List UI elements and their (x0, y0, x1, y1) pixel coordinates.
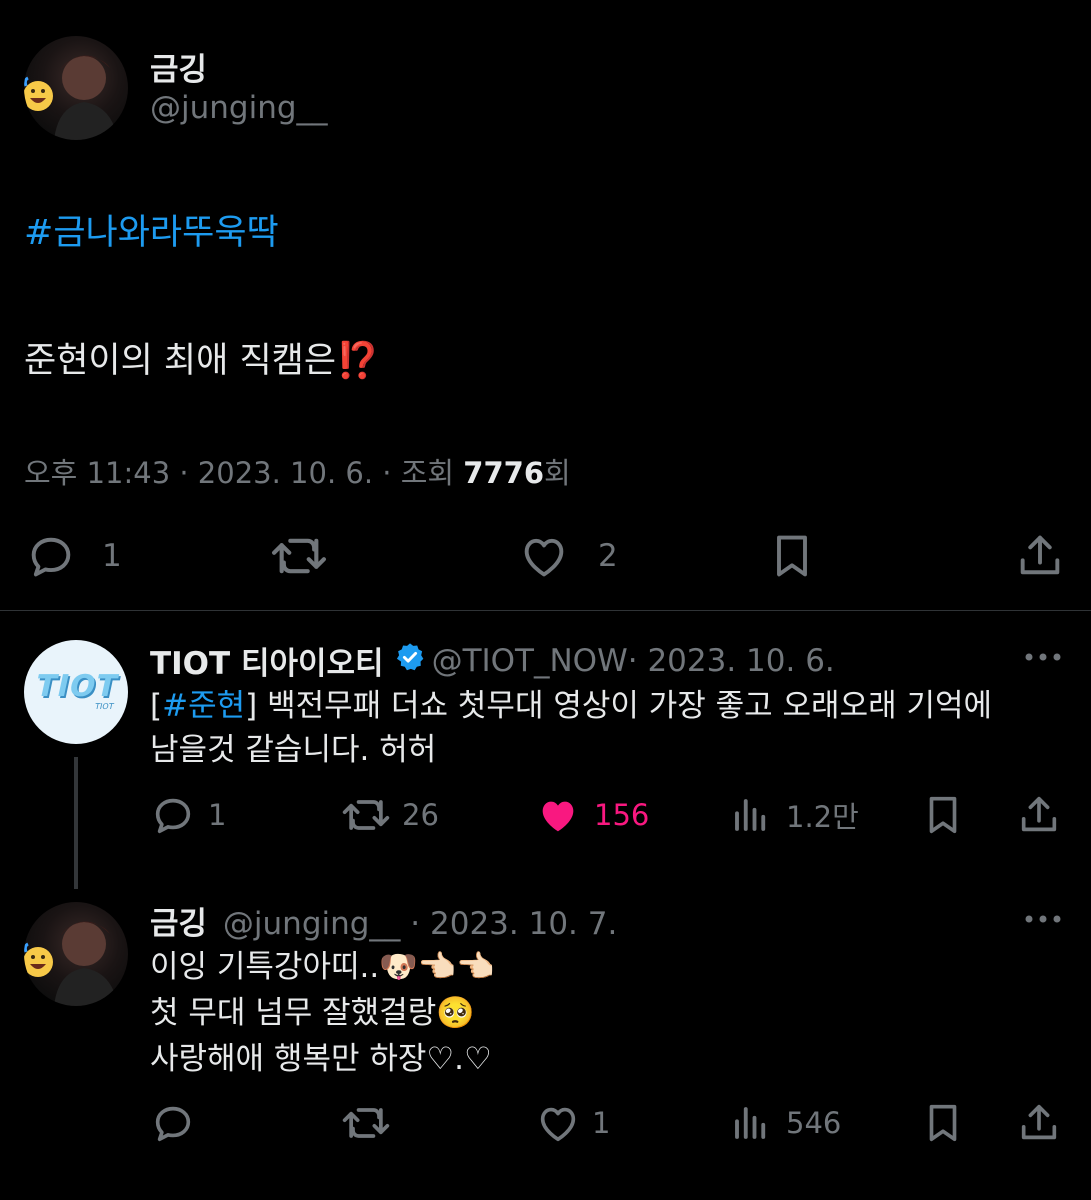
reply-2-avatar[interactable] (24, 902, 128, 1006)
reply-2-like-button[interactable]: 1 (534, 1100, 610, 1146)
section-divider (0, 610, 1091, 611)
reply-1-retweet-button[interactable]: 26 (340, 792, 439, 838)
tweet-hashtag[interactable]: #금나와라뚜욱딱 (24, 204, 279, 255)
reply-2-share-button[interactable] (1016, 1100, 1062, 1146)
reply-2-bookmark-button[interactable] (920, 1100, 966, 1146)
more-dots-icon (1022, 902, 1064, 936)
reply-2-retweet-button[interactable] (340, 1100, 392, 1146)
retweet-icon (268, 530, 330, 582)
share-icon (1016, 1100, 1062, 1146)
reply-1-text-line1: 백전무패 더쇼 첫무대 영상이 가장 좋고 오래오래 기억에 (257, 688, 993, 724)
reply-2-more-button[interactable] (1022, 902, 1064, 936)
heart-icon (516, 530, 572, 582)
reply-1-more-button[interactable] (1022, 640, 1064, 674)
reply-1-reply-count: 1 (208, 798, 227, 832)
reply-count: 1 (102, 538, 122, 574)
reply-icon (150, 792, 196, 838)
reply-icon (24, 530, 78, 582)
tweet-view-count: 7776 (463, 456, 545, 490)
reply-icon (150, 1100, 196, 1146)
reply-1-views-button[interactable]: 1.2만 (730, 792, 859, 838)
verified-badge-icon (394, 641, 426, 681)
retweet-button[interactable] (268, 530, 330, 582)
reply-1-retweet-count: 26 (402, 798, 439, 832)
tweet-body: 준현이의 최애 직캠은⁉️ (24, 341, 380, 381)
reply-1-text-line2: 남을것 같습니다. 허허 (150, 732, 437, 768)
retweet-icon (340, 1100, 392, 1146)
reply-1-reply-button[interactable]: 1 (150, 792, 226, 838)
reply-1-handle[interactable]: @TIOT_NOW (432, 643, 628, 679)
reply-2-header: 금깅 @junging__ · 2023. 10. 7. (150, 898, 617, 943)
bookmark-icon (920, 792, 966, 838)
share-button[interactable] (1014, 530, 1066, 582)
reply-2-text: 이잉 기특강아띠..🐶👈🏻👈🏻 첫 무대 넘무 잘했걸랑🥺 사랑해애 행복만 하… (150, 944, 495, 1082)
reply-1-bracket-open: [ (150, 688, 163, 724)
reply-2-reply-button[interactable] (150, 1100, 196, 1146)
like-count: 2 (598, 538, 618, 574)
reply-1-bracket-close: ] (245, 688, 258, 724)
share-icon (1014, 530, 1066, 582)
reply-2-line2: 첫 무대 넘무 잘했걸랑🥺 (150, 995, 475, 1031)
tiot-logo-text: TIOT (32, 669, 122, 704)
like-button[interactable]: 2 (516, 530, 618, 582)
reply-1-hashtag[interactable]: #준현 (162, 688, 245, 724)
author-avatar[interactable] (24, 36, 128, 140)
reply-1-text: [#준현] 백전무패 더쇼 첫무대 영상이 가장 좋고 오래오래 기억에 남을것… (150, 684, 1070, 772)
reply-button[interactable]: 1 (24, 530, 122, 582)
reply-2-views-button[interactable]: 546 (730, 1100, 841, 1146)
reply-2-date[interactable]: · 2023. 10. 7. (400, 906, 617, 942)
reply-2-display-name[interactable]: 금깅 (150, 906, 207, 942)
tweet-meta: 오후 11:43 · 2023. 10. 6. · 조회 7776회 (24, 450, 571, 492)
reply-1-date[interactable]: · 2023. 10. 6. (628, 643, 835, 679)
tweet-timestamp[interactable]: 오후 11:43 · 2023. 10. 6. · 조회 (24, 456, 463, 490)
reply-2-line1: 이잉 기특강아띠..🐶👈🏻👈🏻 (150, 949, 495, 985)
reply-1-like-count: 156 (594, 798, 650, 832)
reply-1-like-button[interactable]: 156 (534, 792, 649, 838)
thread-connector-line (74, 757, 78, 889)
analytics-icon (730, 792, 772, 838)
more-dots-icon (1022, 640, 1064, 674)
reply-2-handle[interactable]: @junging__ (223, 906, 401, 942)
analytics-icon (730, 1100, 772, 1146)
reply-1-display-name[interactable]: TIOT 티아이오티 (150, 638, 384, 683)
retweet-icon (340, 792, 392, 838)
reply-1-share-button[interactable] (1016, 792, 1062, 838)
bookmark-icon (766, 530, 818, 582)
reply-1-header: TIOT 티아이오티 @TIOT_NOW · 2023. 10. 6. (150, 638, 835, 683)
reply-2-line3: 사랑해애 행복만 하장♡.♡ (150, 1041, 492, 1077)
reply-2-like-count: 1 (592, 1106, 611, 1140)
bookmark-button[interactable] (766, 530, 818, 582)
reply-1-bookmark-button[interactable] (920, 792, 966, 838)
author-display-name[interactable]: 금깅 (150, 44, 207, 89)
bookmark-icon (920, 1100, 966, 1146)
heart-filled-icon (534, 792, 582, 838)
reply-2-view-count: 546 (786, 1106, 842, 1140)
tweet-view-suffix: 회 (544, 456, 571, 490)
share-icon (1016, 792, 1062, 838)
tiot-avatar[interactable]: TIOT TIOT (24, 640, 128, 744)
author-handle[interactable]: @junging__ (150, 90, 328, 126)
reply-1-view-count: 1.2만 (786, 800, 859, 834)
heart-icon (534, 1100, 582, 1146)
